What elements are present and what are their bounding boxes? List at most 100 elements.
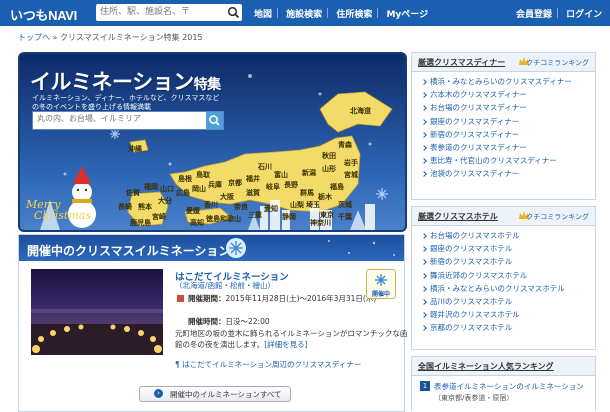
search-icon <box>209 115 220 126</box>
pref-shizuoka[interactable]: 静岡 <box>282 212 296 222</box>
event-photo[interactable] <box>31 269 163 355</box>
christmas-text: Christmas <box>34 209 91 222</box>
header-search-input[interactable] <box>100 5 218 19</box>
pref-ishikawa[interactable]: 石川 <box>258 162 272 172</box>
section-title: 開催中のクリスマスイルミネーション <box>27 244 231 258</box>
pref-hiroshima[interactable]: 広島 <box>176 188 190 198</box>
pref-mie[interactable]: 三重 <box>248 210 262 220</box>
pref-kanagawa[interactable]: 神奈川 <box>310 218 331 228</box>
dinner-ranking-link[interactable]: クチコミランキング <box>526 58 589 68</box>
pref-hyogo[interactable]: 兵庫 <box>208 180 222 190</box>
pref-kagoshima[interactable]: 鹿児島 <box>130 218 151 228</box>
pref-okinawa[interactable]: 沖縄 <box>128 144 142 154</box>
register-link[interactable]: 会員登録 <box>516 7 552 20</box>
event-location[interactable]: （北海道/函館・松前・檜山） <box>175 280 275 291</box>
pref-akita[interactable]: 秋田 <box>322 151 336 161</box>
list-item[interactable]: 横浜・みなとみらいのクリスマスディナー <box>422 75 595 88</box>
pref-yamagata[interactable]: 山形 <box>322 164 336 174</box>
pref-yamanashi[interactable]: 山梨 <box>290 200 304 210</box>
pref-yamaguchi[interactable]: 山口 <box>160 184 174 194</box>
site-logo[interactable]: いつもNAVI <box>10 5 77 24</box>
pref-miyagi[interactable]: 宮城 <box>344 170 358 180</box>
pref-saitama[interactable]: 埼玉 <box>306 200 320 210</box>
list-item[interactable]: 舞浜近郊のクリスマスホテル <box>422 269 595 282</box>
list-item[interactable]: 銀座のクリスマスホテル <box>422 242 595 255</box>
list-item[interactable]: 六本木のクリスマスディナー <box>422 88 595 101</box>
list-item[interactable]: 表参道のクリスマスディナー <box>422 141 595 154</box>
hero-search-input[interactable] <box>37 114 197 123</box>
nav-my-page[interactable]: Myページ <box>386 7 428 20</box>
pref-okayama[interactable]: 岡山 <box>192 184 206 194</box>
pref-kochi[interactable]: 高知 <box>190 218 204 228</box>
pref-shimane[interactable]: 島根 <box>178 174 192 184</box>
pref-fukuoka[interactable]: 福岡 <box>144 182 158 192</box>
pref-kagawa[interactable]: 香川 <box>204 200 218 210</box>
list-item[interactable]: 新宿のクリスマスホテル <box>422 255 595 268</box>
list-item[interactable]: 池袋のクリスマスディナー <box>422 167 595 180</box>
list-item[interactable]: 新宿のクリスマスディナー <box>422 128 595 141</box>
nav-map[interactable]: 地図 <box>254 7 272 20</box>
list-item[interactable]: 横浜・みなとみらいのクリスマスホテル <box>422 282 595 295</box>
period-label: 開催期間： <box>188 294 226 303</box>
pref-gifu[interactable]: 岐阜 <box>266 182 280 192</box>
hero-search-button[interactable] <box>206 112 223 129</box>
list-item[interactable]: 銀座のクリスマスディナー <box>422 115 595 128</box>
pref-fukui[interactable]: 福井 <box>246 174 260 184</box>
hours-label: 開催時間： <box>188 317 226 326</box>
pref-gunma[interactable]: 群馬 <box>300 188 314 198</box>
search-icon[interactable] <box>227 6 240 19</box>
all-illuminations-button[interactable]: › 開催中のイルミネーションすべて <box>139 386 291 402</box>
hero-title-main: イルミネーション <box>30 70 194 94</box>
badge-label: 開催中 <box>371 291 390 298</box>
pref-saga[interactable]: 佐賀 <box>126 188 140 198</box>
login-link[interactable]: ログイン <box>566 7 602 20</box>
pref-toyama[interactable]: 富山 <box>274 170 288 180</box>
hotel-panel: 厳選クリスマスホテル クチコミランキング お台場のクリスマスホテル 銀座のクリス… <box>411 206 596 350</box>
pref-fukushima[interactable]: 福島 <box>330 182 344 192</box>
hotel-panel-title[interactable]: 厳選クリスマスホテル <box>418 211 498 222</box>
hotel-ranking-link[interactable]: クチコミランキング <box>526 212 589 222</box>
pref-tottori[interactable]: 鳥取 <box>196 170 210 180</box>
nav-address-search[interactable]: 住所検索 <box>336 7 372 20</box>
pref-nara[interactable]: 奈良 <box>234 202 248 212</box>
dinner-panel-title[interactable]: 厳選クリスマスディナー <box>418 57 505 68</box>
nearby-dinner-link[interactable]: ¶ はこだてイルミネーション周辺のクリスマスディナー <box>175 359 361 370</box>
pref-aichi[interactable]: 愛知 <box>264 204 278 214</box>
pref-iwate[interactable]: 岩手 <box>344 158 358 168</box>
pref-tokushima[interactable]: 徳島 <box>206 214 220 224</box>
pref-wakayama[interactable]: 和歌山 <box>220 214 241 224</box>
list-item[interactable]: 軽井沢のクリスマスホテル <box>422 308 595 321</box>
list-item[interactable]: 品川のクリスマスホテル <box>422 295 595 308</box>
hotel-panel-header: 厳選クリスマスホテル クチコミランキング <box>412 207 595 226</box>
pref-osaka[interactable]: 大阪 <box>220 192 234 202</box>
main-nav: 地図 施設検索 住所検索 Myページ <box>254 7 428 20</box>
pref-kyoto[interactable]: 京都 <box>228 178 242 188</box>
pref-oita[interactable]: 大分 <box>158 196 172 206</box>
list-item[interactable]: 京都のクリスマスホテル <box>422 321 595 334</box>
rank-item-location: （東京都/表参道・原宿） <box>434 394 514 402</box>
pref-hokkaido[interactable]: 北海道 <box>350 106 371 116</box>
pref-nagasaki[interactable]: 長崎 <box>118 202 132 212</box>
breadcrumb: トップへ » クリスマスイルミネーション特集 2015 <box>18 32 203 43</box>
pref-niigata[interactable]: 新潟 <box>302 168 316 178</box>
detail-link[interactable]: [詳細を見る] <box>264 340 307 349</box>
list-item[interactable]: お台場のクリスマスホテル <box>422 229 595 242</box>
pref-tochigi[interactable]: 栃木 <box>318 192 332 202</box>
rank-item-link[interactable]: 表参道イルミネーションのイルミネーション <box>434 381 584 392</box>
list-item[interactable]: お台場のクリスマスディナー <box>422 101 595 114</box>
pref-miyazaki[interactable]: 宮崎 <box>152 212 166 222</box>
pref-nagano[interactable]: 長野 <box>284 180 298 190</box>
dinner-list: 横浜・みなとみらいのクリスマスディナー 六本木のクリスマスディナー お台場のクリ… <box>412 72 595 181</box>
pref-chiba[interactable]: 千葉 <box>338 212 352 222</box>
nav-facility-search[interactable]: 施設検索 <box>286 7 322 20</box>
ranking-panel-title[interactable]: 全国イルミネーション人気ランキング <box>418 361 554 372</box>
pref-shiga[interactable]: 滋賀 <box>246 188 260 198</box>
pref-ehime[interactable]: 愛媛 <box>186 206 200 216</box>
hero-banner: イルミネーション特集 イルミネーション、ディナー、ホテルなど、クリスマスなどの冬… <box>18 52 407 232</box>
list-item[interactable]: 恵比寿・代官山のクリスマスディナー <box>422 154 595 167</box>
breadcrumb-home[interactable]: トップへ <box>18 33 50 42</box>
hero-search-box <box>32 111 224 130</box>
pref-aomori[interactable]: 青森 <box>338 140 352 150</box>
pref-ibaraki[interactable]: 茨城 <box>338 200 352 210</box>
pref-kumamoto[interactable]: 熊本 <box>138 202 152 212</box>
